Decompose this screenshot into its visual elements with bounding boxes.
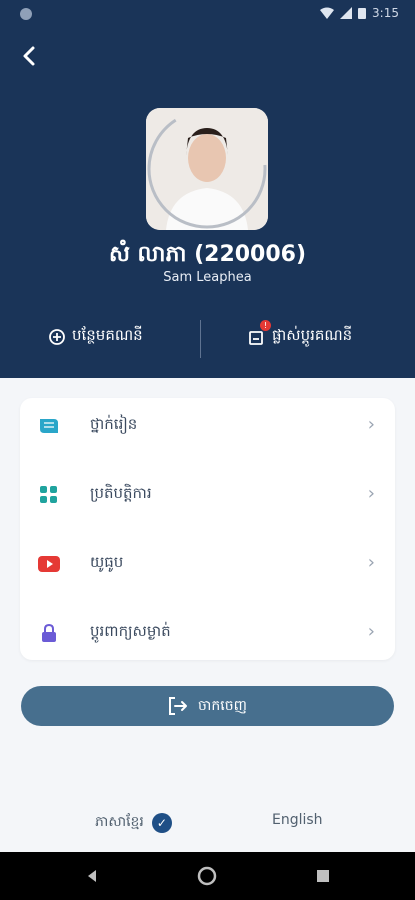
add-account-button[interactable]: បន្ថែមគណនី	[48, 326, 143, 348]
menu-item-label: ថ្នាក់រៀន	[90, 415, 138, 433]
nav-recents-icon[interactable]	[313, 866, 333, 886]
chevron-right-icon: ›	[367, 552, 375, 573]
avatar[interactable]	[146, 108, 268, 230]
nav-home-icon[interactable]	[197, 866, 217, 886]
grid-icon	[40, 486, 57, 503]
menu-item-transactions[interactable]: ប្រតិបត្តិការ ›	[20, 467, 395, 523]
switch-account-label: ផ្លាស់ប្ដូរគណនី	[272, 326, 353, 344]
logout-icon	[169, 697, 188, 715]
language-khmer-label: ភាសាខ្មែរ	[95, 814, 144, 830]
menu-item-label: ប្រតិបត្តិការ	[90, 484, 152, 502]
menu-card: ថ្នាក់រៀន › ប្រតិបត្តិការ › យូធូប › ប្ដូ…	[20, 398, 395, 660]
logout-label: ចាកចេញ	[198, 697, 247, 714]
switch-account-icon: !	[248, 320, 271, 346]
status-bar: 3:15	[0, 0, 415, 28]
signal-icon	[340, 7, 353, 19]
profile-name-khmer: សំ លាភា (220006)	[108, 242, 307, 267]
switch-account-button[interactable]: ! ផ្លាស់ប្ដូរគណនី	[248, 320, 353, 348]
profile-name-english: Sam Leaphea	[163, 270, 252, 285]
logout-button[interactable]: ចាកចេញ	[21, 686, 394, 726]
chevron-right-icon: ›	[367, 621, 375, 642]
check-icon: ✓	[151, 812, 172, 833]
status-time: 3:15	[372, 6, 399, 20]
lock-icon	[42, 624, 56, 642]
menu-item-change-password[interactable]: ប្ដូរពាក្យសម្ងាត់ ›	[20, 605, 395, 661]
menu-item-youtube[interactable]: យូធូប ›	[20, 536, 395, 592]
profile-header: សំ លាភា (220006) Sam Leaphea បន្ថែមគណនី …	[0, 28, 415, 378]
wifi-icon	[320, 7, 335, 19]
language-english-label: English	[272, 812, 323, 828]
back-button[interactable]	[14, 40, 46, 72]
chevron-right-icon: ›	[367, 483, 375, 504]
language-english-option[interactable]: English	[272, 812, 323, 828]
youtube-icon	[38, 556, 60, 572]
menu-item-class[interactable]: ថ្នាក់រៀន ›	[20, 398, 395, 454]
nav-back-icon[interactable]	[82, 866, 102, 886]
status-icons: 3:15	[320, 6, 399, 20]
menu-item-label: យូធូប	[90, 553, 124, 571]
language-khmer-option[interactable]: ភាសាខ្មែរ ✓	[95, 812, 172, 833]
notification-dot-icon	[20, 8, 32, 20]
switch-account-badge: !	[260, 320, 271, 331]
chevron-right-icon: ›	[367, 414, 375, 435]
profile-photo	[146, 108, 268, 230]
add-account-label: បន្ថែមគណនី	[72, 326, 143, 344]
add-user-icon	[49, 329, 65, 345]
book-icon	[40, 419, 58, 433]
menu-item-label: ប្ដូរពាក្យសម្ងាត់	[90, 622, 171, 640]
account-actions: បន្ថែមគណនី ! ផ្លាស់ប្ដូរគណនី	[0, 320, 415, 358]
back-arrow-icon	[23, 46, 35, 66]
battery-icon	[358, 8, 367, 19]
android-nav-bar	[0, 852, 415, 900]
actions-divider	[200, 320, 201, 358]
